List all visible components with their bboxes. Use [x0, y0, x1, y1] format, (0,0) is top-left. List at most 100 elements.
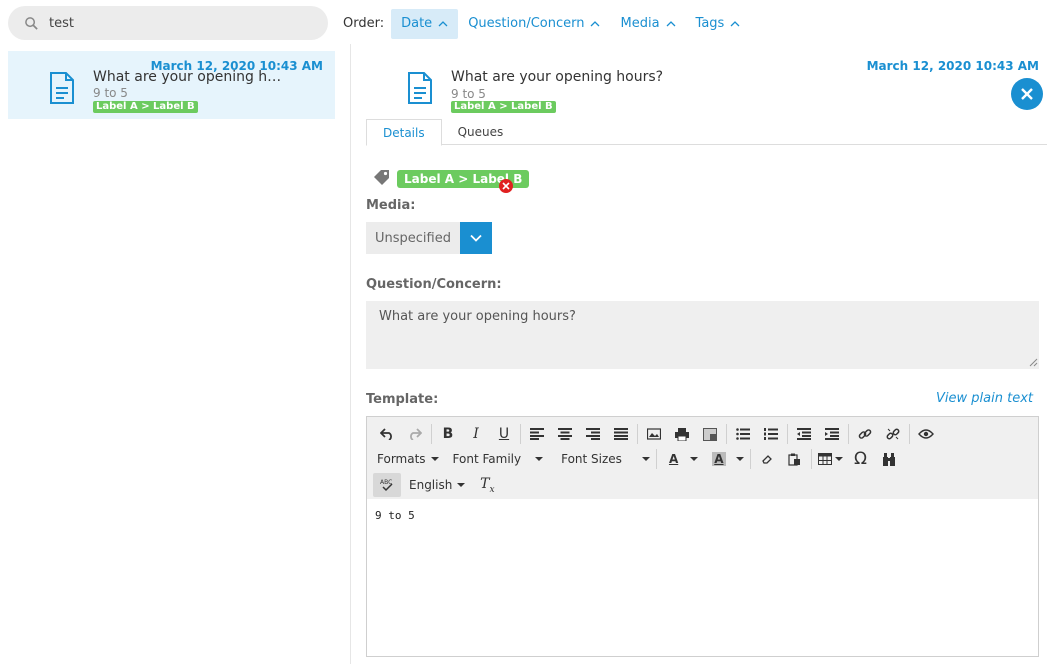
undo-button[interactable] — [373, 422, 401, 446]
indent-button[interactable] — [818, 422, 846, 446]
bullet-list-icon — [736, 428, 750, 440]
omega-icon: Ω — [854, 449, 868, 469]
font-family-dropdown[interactable]: Font Family — [449, 447, 548, 471]
detail-subtitle: 9 to 5 — [451, 87, 486, 101]
special-char-button[interactable]: Ω — [847, 447, 875, 471]
separator — [909, 424, 910, 444]
caret-down-icon — [430, 457, 439, 461]
remove-tag-button[interactable] — [499, 179, 513, 193]
spellcheck-icon: ABC — [380, 479, 393, 492]
align-center-button[interactable] — [551, 422, 579, 446]
underline-button[interactable]: U — [490, 422, 518, 446]
italic-button[interactable]: I — [462, 422, 490, 446]
numbered-list-button[interactable] — [757, 422, 785, 446]
media-value: Unspecified — [366, 222, 460, 254]
font-sizes-dropdown[interactable]: Font Sizes — [557, 447, 654, 471]
unlink-button[interactable] — [879, 422, 907, 446]
underline-icon: U — [498, 426, 510, 442]
order-option-label: Date — [401, 16, 433, 31]
list-item-title: What are your opening ho… — [93, 69, 283, 85]
separator — [749, 449, 751, 469]
caret-down-icon — [535, 457, 544, 461]
remove-format-button[interactable]: Tx — [473, 473, 501, 497]
order-bar: Order: Date Question/Concern Media Tags — [343, 8, 750, 39]
align-right-button[interactable] — [579, 422, 607, 446]
search-icon — [25, 16, 38, 30]
align-justify-button[interactable] — [607, 422, 635, 446]
binoculars-icon — [882, 452, 895, 466]
search-input[interactable] — [49, 15, 309, 31]
paste-icon — [788, 453, 801, 466]
chevron-up-icon — [666, 20, 675, 26]
formats-dropdown[interactable]: Formats — [373, 447, 443, 471]
order-tags[interactable]: Tags — [686, 9, 751, 39]
close-icon — [502, 182, 510, 190]
template-button[interactable] — [696, 422, 724, 446]
toolbar-row-3: ABC English Tx — [373, 473, 501, 497]
unlink-icon — [886, 428, 900, 440]
media-select[interactable]: Unspecified — [366, 222, 492, 254]
document-icon — [408, 72, 432, 104]
editor-toolbar: B I U Formats Font Family Font Sizes A A… — [367, 417, 1038, 499]
chevron-up-icon — [591, 20, 600, 26]
tab-details[interactable]: Details — [366, 119, 442, 146]
bold-button[interactable]: B — [434, 422, 462, 446]
redo-button[interactable] — [401, 422, 429, 446]
insert-link-button[interactable] — [851, 422, 879, 446]
image-icon — [647, 428, 661, 440]
resize-grip-icon[interactable] — [1028, 357, 1038, 367]
media-dropdown-button[interactable] — [460, 222, 492, 254]
separator — [520, 424, 521, 444]
table-dropdown[interactable] — [814, 447, 847, 471]
numbered-list-icon — [764, 428, 778, 440]
list-item-tag: Label A > Label B — [93, 101, 198, 113]
spellcheck-button[interactable]: ABC — [373, 473, 401, 497]
chevron-up-icon — [730, 20, 740, 26]
caret-down-icon — [735, 457, 744, 461]
view-plain-text-link[interactable]: View plain text — [936, 391, 1033, 406]
close-button[interactable] — [1011, 78, 1043, 110]
separator — [810, 449, 812, 469]
list-item-subtitle: 9 to 5 — [93, 86, 128, 100]
order-option-label: Media — [620, 16, 660, 31]
text-color-button[interactable]: A — [665, 447, 702, 471]
outdent-button[interactable] — [790, 422, 818, 446]
toolbar-row-1: B I U — [373, 422, 940, 446]
tab-queues[interactable]: Queues — [442, 119, 520, 145]
indent-icon — [825, 428, 839, 440]
background-color-button[interactable]: A — [708, 447, 747, 471]
order-option-label: Tags — [695, 16, 725, 31]
language-dropdown[interactable]: English — [405, 473, 469, 497]
order-option-label: Question/Concern — [468, 16, 585, 31]
list-item[interactable]: March 12, 2020 10:43 AM What are your op… — [8, 51, 335, 119]
order-date[interactable]: Date — [391, 8, 459, 39]
text-color-icon: A — [668, 452, 679, 466]
language-label: English — [409, 478, 453, 492]
bullet-list-button[interactable] — [729, 422, 757, 446]
find-replace-button[interactable] — [875, 447, 903, 471]
clear-format-button[interactable] — [753, 447, 781, 471]
align-right-icon — [586, 428, 600, 440]
print-button[interactable] — [668, 422, 696, 446]
paste-button[interactable] — [781, 447, 809, 471]
align-left-button[interactable] — [523, 422, 551, 446]
insert-image-button[interactable] — [640, 422, 668, 446]
editor-content[interactable]: 9 to 5 — [367, 499, 1038, 532]
detail-title: What are your opening hours? — [451, 69, 664, 85]
order-media[interactable]: Media — [610, 9, 685, 39]
caret-down-icon — [834, 457, 843, 461]
eye-icon — [918, 429, 934, 439]
template-icon — [703, 427, 717, 441]
separator — [848, 424, 849, 444]
tag-icon — [374, 170, 389, 185]
panel-divider — [350, 44, 351, 664]
separator — [431, 424, 432, 444]
print-icon — [675, 427, 689, 441]
question-label: Question/Concern: — [366, 277, 502, 292]
preview-button[interactable] — [912, 422, 940, 446]
order-question[interactable]: Question/Concern — [458, 9, 610, 39]
search-bar[interactable] — [8, 6, 328, 40]
table-icon — [817, 453, 832, 465]
question-textarea[interactable]: What are your opening hours? — [366, 301, 1039, 369]
caret-down-icon — [690, 457, 699, 461]
